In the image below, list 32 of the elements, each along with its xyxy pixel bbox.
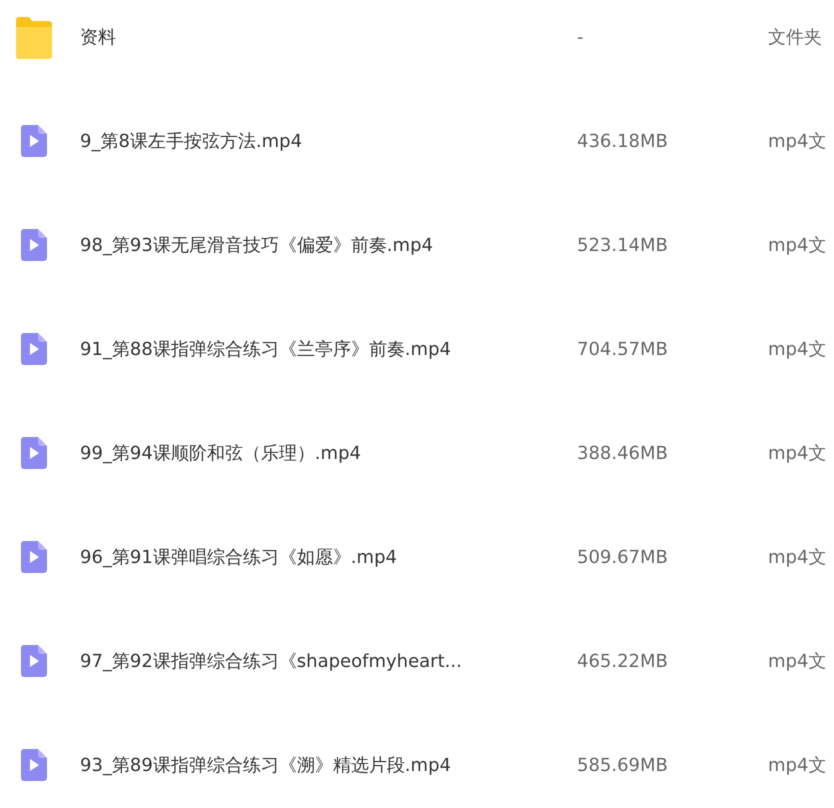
file-size: 523.14MB: [577, 234, 669, 256]
file-name[interactable]: 9_第8课左手按弦方法.mp4: [80, 129, 577, 153]
file-name[interactable]: 93_第89课指弹综合练习《溯》精选片段.mp4: [80, 753, 577, 777]
file-name[interactable]: 98_第93课无尾滑音技巧《偏爱》前奏.mp4: [80, 233, 577, 257]
file-type: mp4文: [768, 650, 826, 673]
file-type: mp4文: [768, 130, 826, 153]
file-type: mp4文: [768, 754, 826, 777]
folder-icon: [16, 15, 52, 59]
file-name[interactable]: 96_第91课弹唱综合练习《如愿》.mp4: [80, 545, 577, 569]
video-file-icon: [21, 229, 47, 261]
file-type: mp4文: [768, 546, 826, 569]
file-name[interactable]: 资料: [80, 25, 577, 49]
file-name[interactable]: 91_第88课指弹综合练习《兰亭序》前奏.mp4: [80, 337, 577, 361]
video-file-icon: [21, 437, 47, 469]
file-name[interactable]: 97_第92课指弹综合练习《shapeofmyheart...: [80, 649, 577, 673]
file-size: 388.46MB: [577, 442, 669, 464]
file-type: mp4文: [768, 442, 826, 465]
file-type: 文件夹: [768, 26, 822, 49]
file-type: mp4文: [768, 234, 826, 257]
video-file-icon: [21, 541, 47, 573]
video-file-icon: [21, 645, 47, 677]
file-type: mp4文: [768, 338, 826, 361]
file-size: 465.22MB: [577, 650, 669, 672]
video-file-icon: [21, 333, 47, 365]
video-file-icon: [21, 125, 47, 157]
file-size: 509.67MB: [577, 546, 669, 568]
video-file-icon: [21, 749, 47, 781]
file-size: 585.69MB: [577, 754, 669, 776]
file-size: 436.18MB: [577, 130, 669, 152]
file-size: -: [577, 26, 584, 48]
file-name[interactable]: 99_第94课顺阶和弦（乐理）.mp4: [80, 441, 577, 465]
file-size: 704.57MB: [577, 338, 669, 360]
